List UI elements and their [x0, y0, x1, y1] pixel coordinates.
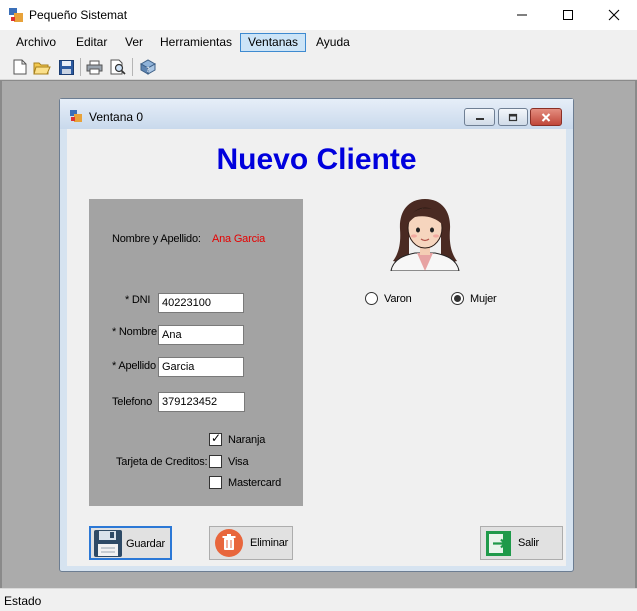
open-button[interactable]	[32, 57, 52, 77]
visa-label: Visa	[228, 456, 249, 468]
print-button[interactable]	[84, 57, 104, 77]
maximize-button[interactable]	[545, 0, 591, 30]
status-text: Estado	[4, 594, 42, 608]
varon-radio[interactable]	[365, 292, 378, 305]
print-icon	[86, 60, 102, 74]
child-title-bar[interactable]: Ventana 0	[60, 99, 573, 129]
help-button[interactable]: ?	[137, 57, 157, 77]
trash-icon	[215, 529, 243, 557]
minimize-button[interactable]	[499, 0, 545, 30]
eliminar-label: Eliminar	[250, 537, 289, 549]
nombre-apellido-value: Ana Garcia	[212, 233, 266, 245]
toolbar: ?	[0, 54, 637, 80]
child-close-button[interactable]	[530, 108, 562, 126]
guardar-button[interactable]: Guardar	[89, 526, 172, 560]
mastercard-checkbox[interactable]	[209, 476, 222, 489]
svg-text:?: ?	[146, 66, 150, 74]
nombre-input[interactable]	[158, 325, 244, 345]
telefono-label: Telefono	[112, 396, 152, 408]
check-icon: ✓	[211, 431, 222, 445]
apellido-input[interactable]	[158, 357, 244, 377]
close-icon	[541, 112, 551, 122]
telefono-input[interactable]	[158, 392, 245, 412]
app-icon	[9, 8, 23, 22]
naranja-label: Naranja	[228, 434, 266, 446]
menu-bar: Archivo Editar Ver Herramientas Ventanas…	[0, 30, 637, 54]
menu-ventanas[interactable]: Ventanas	[240, 33, 307, 52]
child-window-title: Ventana 0	[89, 110, 144, 124]
help-icon: ?	[139, 59, 156, 75]
close-button[interactable]	[591, 0, 637, 30]
page-title: Nuevo Cliente	[216, 143, 417, 176]
salir-label: Salir	[518, 537, 540, 549]
print-preview-button[interactable]	[108, 57, 128, 77]
status-bar: Estado	[0, 588, 637, 611]
save-button-toolbar[interactable]	[56, 57, 76, 77]
menu-ayuda[interactable]: Ayuda	[308, 33, 358, 52]
dni-input[interactable]	[158, 293, 244, 313]
exit-icon	[486, 531, 511, 556]
mujer-label: Mujer	[470, 293, 497, 305]
radio-selected-dot	[454, 295, 461, 302]
menu-editar[interactable]: Editar	[68, 33, 115, 52]
salir-button[interactable]: Salir	[480, 526, 563, 560]
child-restore-button[interactable]	[498, 108, 528, 126]
new-document-button[interactable]	[10, 57, 30, 77]
client-data-panel: Nombre y Apellido: Ana Garcia * DNI * No…	[89, 199, 303, 506]
varon-label: Varon	[384, 293, 412, 305]
child-window: Ventana 0 Nuevo Cliente Nombre y Apellid…	[59, 98, 574, 572]
restore-icon	[508, 113, 518, 121]
floppy-disk-icon	[94, 530, 122, 557]
tarjeta-label: Tarjeta de Creditos:	[116, 456, 208, 468]
visa-checkbox[interactable]	[209, 455, 222, 468]
open-folder-icon	[33, 62, 51, 74]
dni-label: * DNI	[125, 294, 151, 306]
title-bar: Pequeño Sistemat	[0, 0, 637, 30]
new-document-icon	[13, 59, 27, 75]
minimize-icon	[517, 14, 527, 16]
form-client-area: Nuevo Cliente Nombre y Apellido: Ana Gar…	[67, 129, 566, 566]
maximize-icon	[563, 10, 573, 20]
naranja-checkbox[interactable]: ✓	[209, 431, 222, 446]
print-preview-icon	[110, 59, 126, 75]
menu-herramientas[interactable]: Herramientas	[152, 33, 240, 52]
guardar-label: Guardar	[126, 538, 165, 550]
mastercard-label: Mastercard	[228, 477, 282, 489]
minimize-icon	[475, 118, 484, 120]
nombre-label: * Nombre	[112, 326, 157, 338]
child-window-icon	[70, 110, 82, 122]
nombre-apellido-label: Nombre y Apellido:	[112, 233, 201, 245]
menu-archivo[interactable]: Archivo	[8, 33, 64, 52]
mujer-radio[interactable]	[451, 292, 464, 305]
close-icon	[608, 9, 620, 21]
apellido-label: * Apellido	[112, 360, 156, 372]
window-title: Pequeño Sistemat	[29, 8, 128, 22]
child-minimize-button[interactable]	[464, 108, 495, 126]
avatar	[390, 199, 460, 271]
eliminar-button[interactable]: Eliminar	[209, 526, 293, 560]
save-icon	[58, 59, 74, 75]
menu-ver[interactable]: Ver	[117, 33, 151, 52]
